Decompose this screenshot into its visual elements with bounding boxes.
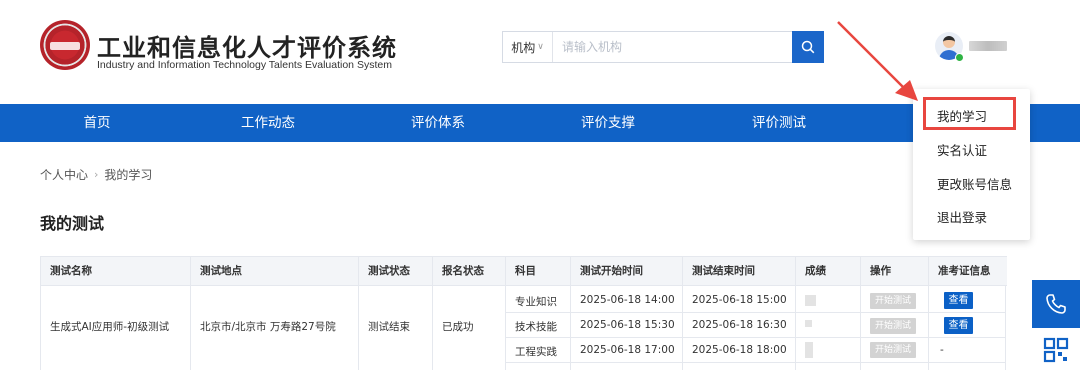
- search-button[interactable]: [792, 31, 824, 63]
- search-bar: 机构 ∨: [502, 31, 824, 63]
- logo-icon[interactable]: [40, 20, 90, 70]
- nav-item-support[interactable]: 评价支撑: [558, 104, 658, 142]
- qr-float-button[interactable]: [1032, 330, 1080, 370]
- header-cell: 报名状态: [442, 265, 484, 277]
- site-subtitle: Industry and Information Technology Tale…: [97, 59, 392, 71]
- menu-item-real-name-auth[interactable]: 实名认证: [937, 140, 987, 159]
- score-hidden: [805, 295, 816, 306]
- start-test-button[interactable]: 开始测试: [870, 318, 916, 334]
- exam-location: 北京市/北京市 万寿路27号院: [200, 321, 336, 333]
- score-hidden: [805, 342, 813, 358]
- header-cell: 测试结束时间: [692, 265, 755, 277]
- subject-end-time: 2025-06-18 16:30: [692, 319, 787, 331]
- header-cell: 操作: [870, 265, 891, 277]
- chevron-down-icon: ∨: [537, 42, 544, 52]
- view-ticket-button[interactable]: 查看: [944, 292, 973, 309]
- score-hidden: [805, 320, 812, 327]
- header-cell: 测试状态: [368, 265, 410, 277]
- search-type-label: 机构: [511, 40, 536, 55]
- subject-end-time: 2025-06-18 15:00: [692, 294, 787, 306]
- online-status-badge: [955, 53, 964, 62]
- breadcrumb-current: 我的学习: [104, 168, 153, 182]
- subject-end-time: 2025-06-18 18:00: [692, 344, 787, 356]
- phone-icon: [1046, 294, 1066, 314]
- nav-item-home[interactable]: 首页: [47, 104, 147, 142]
- user-name-blurred[interactable]: [969, 41, 1007, 51]
- menu-item-account-info[interactable]: 更改账号信息: [937, 174, 1012, 193]
- subject-start-time: 2025-06-18 15:30: [580, 319, 675, 331]
- user-menu[interactable]: [935, 32, 1007, 60]
- exam-signup-status: 已成功: [442, 321, 474, 333]
- header-cell: 成绩: [805, 265, 826, 277]
- user-dropdown-menu: 我的学习 实名认证 更改账号信息 退出登录: [913, 89, 1030, 240]
- header-cell: 测试名称: [50, 265, 92, 277]
- header-cell: 准考证信息: [938, 265, 991, 277]
- phone-float-button[interactable]: [1032, 280, 1080, 328]
- chevron-right-icon: ›: [94, 168, 99, 181]
- subject-start-time: 2025-06-18 17:00: [580, 344, 675, 356]
- ticket-none: -: [940, 344, 944, 356]
- header-cell: 科目: [515, 265, 536, 277]
- menu-item-logout[interactable]: 退出登录: [937, 207, 987, 226]
- menu-item-my-learning[interactable]: 我的学习: [937, 106, 987, 125]
- exam-name: 生成式AI应用师-初级测试: [50, 321, 170, 333]
- subject-name: 工程实践: [515, 346, 557, 358]
- exam-table: 测试名称 测试地点 测试状态 报名状态 科目 测试开始时间 测试结束时间 成绩 …: [40, 256, 1007, 370]
- exam-test-status: 测试结束: [368, 321, 410, 333]
- nav-item-system[interactable]: 评价体系: [388, 104, 488, 142]
- section-title: 我的测试: [40, 214, 105, 233]
- nav-item-news[interactable]: 工作动态: [218, 104, 318, 142]
- header-cell: 测试地点: [200, 265, 242, 277]
- qr-code-icon: [1043, 337, 1069, 363]
- search-type-select[interactable]: 机构 ∨: [503, 32, 553, 62]
- subject-name: 技术技能: [515, 321, 557, 333]
- subject-name: 专业知识: [515, 296, 557, 308]
- start-test-button[interactable]: 开始测试: [870, 342, 916, 358]
- breadcrumb: 个人中心 › 我的学习: [40, 166, 152, 183]
- site-title[interactable]: 工业和信息化人才评价系统: [97, 28, 397, 63]
- table-header: 测试名称 测试地点 测试状态 报名状态 科目 测试开始时间 测试结束时间 成绩 …: [41, 256, 1007, 286]
- view-ticket-button[interactable]: 查看: [944, 317, 973, 334]
- search-input[interactable]: [553, 32, 792, 62]
- search-icon: [801, 40, 815, 54]
- breadcrumb-home[interactable]: 个人中心: [40, 166, 88, 183]
- header-cell: 测试开始时间: [580, 265, 643, 277]
- subject-start-time: 2025-06-18 14:00: [580, 294, 675, 306]
- nav-item-test[interactable]: 评价测试: [729, 104, 829, 142]
- page: 工业和信息化人才评价系统 Industry and Information Te…: [0, 0, 1080, 370]
- start-test-button[interactable]: 开始测试: [870, 293, 916, 309]
